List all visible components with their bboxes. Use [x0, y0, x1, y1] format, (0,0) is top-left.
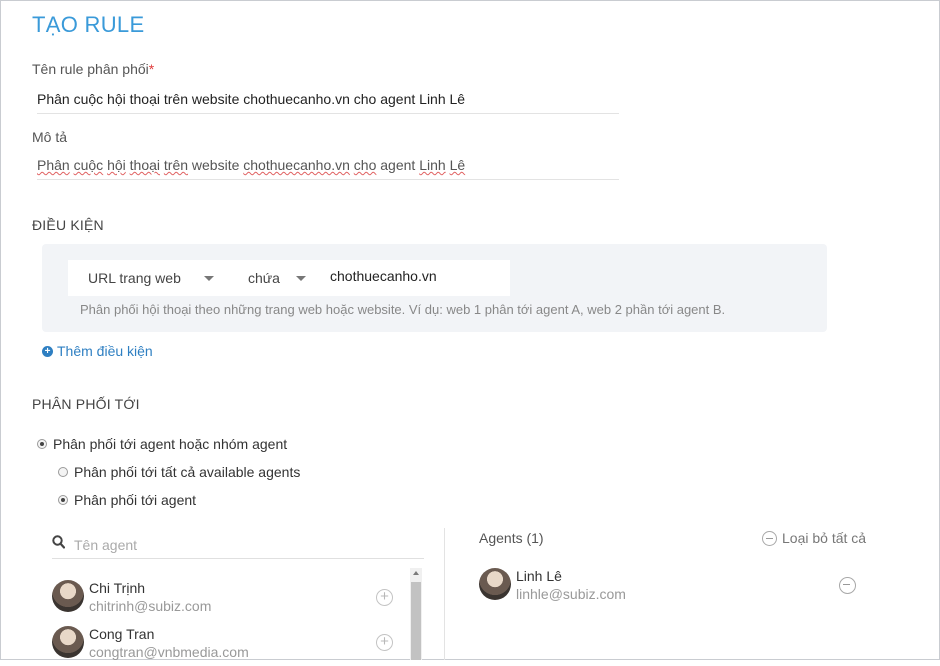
- selected-agent-item: Linh Lê linhle@subiz.com: [479, 568, 869, 608]
- desc-word: chothuecanho.vn: [243, 157, 350, 173]
- agent-name: Linh Lê: [516, 568, 562, 584]
- column-divider: [444, 528, 445, 660]
- radio-option-agent-or-group[interactable]: Phân phối tới agent hoặc nhóm agent: [37, 436, 287, 452]
- scrollbar-thumb[interactable]: [411, 582, 421, 660]
- agent-name: Cong Tran: [89, 626, 155, 642]
- desc-word: cuộc: [73, 157, 104, 173]
- conditions-section-title: ĐIỀU KIỆN: [32, 217, 104, 233]
- desc-text: agent: [376, 157, 420, 173]
- description-label: Mô tả: [32, 129, 68, 145]
- remove-agent-button[interactable]: [839, 577, 856, 594]
- condition-hint: Phân phối hội thoại theo những trang web…: [80, 302, 726, 317]
- desc-word: Linh: [419, 157, 446, 173]
- plus-circle-icon: +: [42, 345, 53, 357]
- condition-box: URL trang web chứa chothuecanho.vn Phân …: [42, 244, 827, 332]
- radio-option-all-available[interactable]: Phân phối tới tất cả available agents: [58, 464, 300, 480]
- agent-email: chitrinh@subiz.com: [89, 598, 212, 614]
- scrollbar[interactable]: [410, 568, 422, 660]
- avatar: [52, 626, 84, 658]
- radio-selected-icon[interactable]: [58, 495, 68, 505]
- condition-value-input[interactable]: chothuecanho.vn: [320, 260, 510, 296]
- page-title: TẠO RULE: [32, 12, 145, 37]
- list-item: Chi Trịnh chitrinh@subiz.com +: [52, 580, 412, 620]
- chevron-down-icon: [296, 276, 306, 281]
- radio-unselected-icon[interactable]: [58, 467, 68, 477]
- agent-name: Chi Trịnh: [89, 580, 146, 596]
- rule-name-field[interactable]: Phân cuộc hội thoại trên website chothue…: [37, 91, 619, 114]
- selected-agents-title: Agents (1): [479, 530, 544, 546]
- radio-option-label: Phân phối tới tất cả available agents: [74, 464, 301, 480]
- agent-email: congtran@vnbmedia.com: [89, 644, 249, 660]
- condition-field-select-label: URL trang web: [88, 270, 181, 286]
- rule-name-label: Tên rule phân phối*: [32, 61, 154, 77]
- add-condition-label: Thêm điều kiện: [57, 343, 153, 359]
- minus-circle-icon: [762, 530, 777, 546]
- description-field[interactable]: Phân cuộc hội thoại trên website chothue…: [37, 157, 619, 180]
- scroll-up-arrow-icon[interactable]: [413, 571, 419, 575]
- add-agent-button[interactable]: +: [376, 634, 393, 651]
- agent-email: linhle@subiz.com: [516, 586, 626, 602]
- remove-all-button[interactable]: Loại bỏ tất cả: [762, 530, 866, 546]
- condition-operator-select[interactable]: chứa: [228, 260, 320, 296]
- desc-word: Phân: [37, 157, 70, 173]
- desc-text: website: [188, 157, 244, 173]
- chevron-down-icon: [204, 276, 214, 281]
- rule-name-label-text: Tên rule phân phối: [32, 61, 149, 77]
- add-agent-button[interactable]: +: [376, 589, 393, 606]
- search-icon: [52, 535, 65, 549]
- remove-all-label: Loại bỏ tất cả: [782, 530, 867, 546]
- list-item: Cong Tran congtran@vnbmedia.com +: [52, 626, 412, 666]
- agent-search: [52, 532, 424, 559]
- radio-option-label: Phân phối tới agent hoặc nhóm agent: [53, 436, 288, 452]
- avatar: [479, 568, 511, 600]
- desc-word: thoại: [129, 157, 160, 173]
- radio-option-agent[interactable]: Phân phối tới agent: [58, 492, 196, 508]
- desc-word: hội: [107, 157, 126, 173]
- radio-selected-icon[interactable]: [37, 439, 47, 449]
- desc-word: trên: [163, 157, 189, 173]
- condition-operator-select-label: chứa: [248, 270, 280, 286]
- desc-word: Lê: [449, 157, 466, 173]
- agent-search-input[interactable]: [72, 532, 416, 558]
- required-mark: *: [148, 61, 155, 77]
- add-condition-link[interactable]: + Thêm điều kiện: [42, 343, 153, 359]
- desc-word: cho: [353, 157, 377, 173]
- radio-option-label: Phân phối tới agent: [74, 492, 197, 508]
- avatar: [52, 580, 84, 612]
- condition-field-select[interactable]: URL trang web: [68, 260, 228, 296]
- distribution-section-title: PHÂN PHỐI TỚI: [32, 396, 140, 412]
